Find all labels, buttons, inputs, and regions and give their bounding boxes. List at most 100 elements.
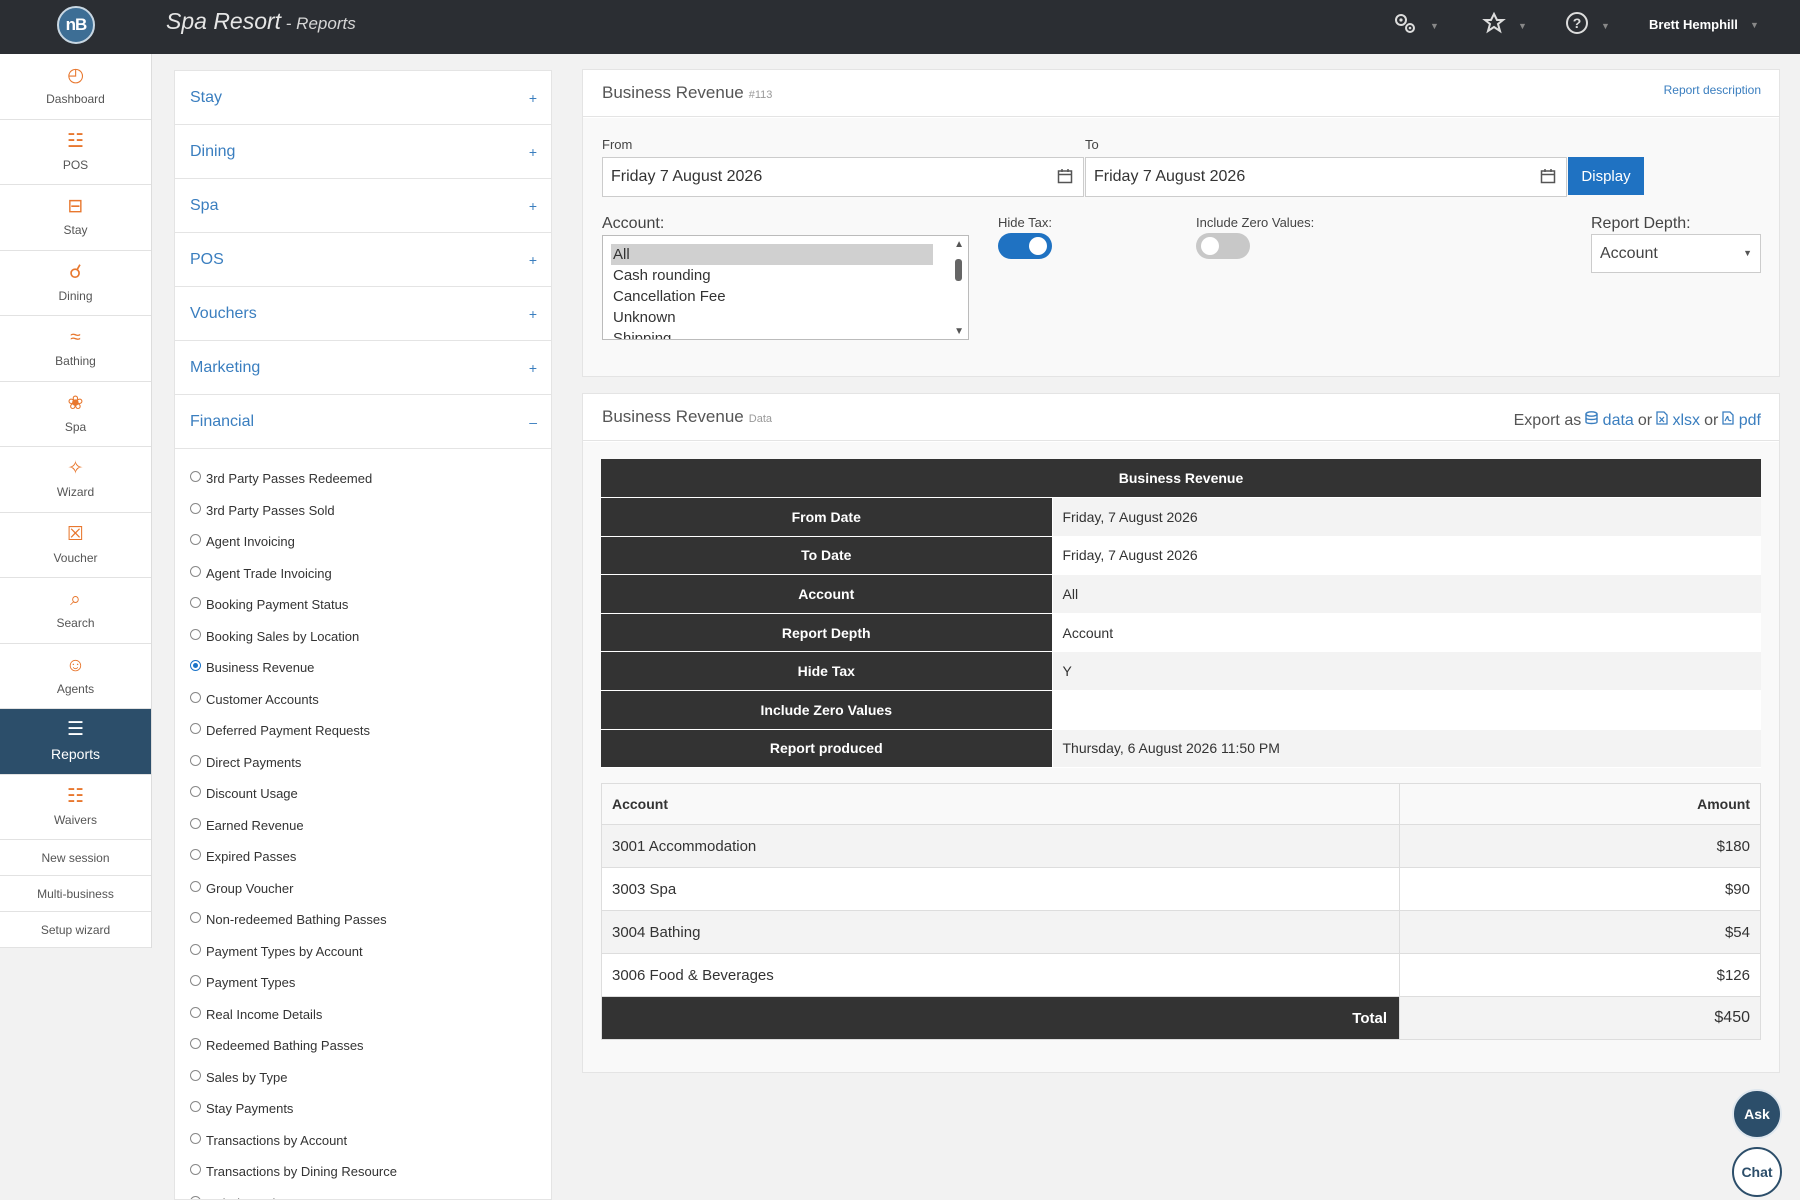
- nav-item-search[interactable]: ⌕ Search: [0, 578, 151, 644]
- calendar-icon[interactable]: [1540, 168, 1556, 187]
- report-option[interactable]: 3rd Party Passes Redeemed: [175, 463, 551, 495]
- chat-button[interactable]: Chat: [1732, 1147, 1782, 1197]
- category-spa[interactable]: Spa +: [175, 179, 551, 233]
- account-option[interactable]: Cancellation Fee: [603, 286, 968, 307]
- report-option[interactable]: Customer Accounts: [175, 684, 551, 716]
- radio-button[interactable]: [190, 502, 201, 514]
- nav-item-spa[interactable]: ❀ Spa: [0, 382, 151, 447]
- radio-button[interactable]: [190, 975, 201, 987]
- radio-button[interactable]: [190, 723, 201, 735]
- chevron-down-icon[interactable]: ▼: [1750, 20, 1759, 30]
- account-listbox[interactable]: All Cash rounding Cancellation Fee Unknown S…: [602, 235, 969, 340]
- report-option[interactable]: Transactions by Account: [175, 1125, 551, 1157]
- radio-button[interactable]: [190, 912, 201, 924]
- nav-item-voucher[interactable]: ☒ Voucher: [0, 513, 151, 578]
- report-option[interactable]: Earned Revenue: [175, 810, 551, 842]
- nav-item-reports[interactable]: ☰ Reports: [0, 709, 151, 775]
- radio-button[interactable]: [190, 817, 201, 829]
- radio-button[interactable]: [190, 597, 201, 609]
- report-option[interactable]: Unbalanced Items: [175, 1188, 551, 1199]
- radio-button[interactable]: [190, 1069, 201, 1081]
- radio-button[interactable]: [190, 1132, 201, 1144]
- report-option[interactable]: Sales by Type: [175, 1062, 551, 1094]
- report-depth-select[interactable]: Account ▼: [1591, 234, 1761, 273]
- category-stay[interactable]: Stay +: [175, 71, 551, 125]
- report-option[interactable]: Discount Usage: [175, 778, 551, 810]
- report-option[interactable]: Direct Payments: [175, 747, 551, 779]
- radio-button[interactable]: [190, 1164, 201, 1176]
- nav-item-pos[interactable]: ☳ POS: [0, 120, 151, 185]
- display-button[interactable]: Display: [1568, 157, 1644, 195]
- report-option[interactable]: Business Revenue: [175, 652, 551, 684]
- nav-item-waivers[interactable]: ☷ Waivers: [0, 775, 151, 840]
- expand-icon[interactable]: +: [529, 360, 537, 376]
- expand-icon[interactable]: +: [529, 144, 537, 160]
- expand-icon[interactable]: +: [529, 90, 537, 106]
- nav-item-wizard[interactable]: ✧ Wizard: [0, 447, 151, 513]
- report-option[interactable]: Agent Trade Invoicing: [175, 558, 551, 590]
- report-option[interactable]: Stay Payments: [175, 1093, 551, 1125]
- category-vouchers[interactable]: Vouchers +: [175, 287, 551, 341]
- hide-tax-toggle[interactable]: [998, 233, 1052, 259]
- radio-button[interactable]: [190, 786, 201, 798]
- collapse-icon[interactable]: –: [529, 414, 537, 430]
- expand-icon[interactable]: +: [529, 306, 537, 322]
- radio-button[interactable]: [190, 1038, 201, 1050]
- radio-button[interactable]: [190, 534, 201, 546]
- radio-button[interactable]: [190, 660, 201, 672]
- nav-item-bathing[interactable]: ≈ Bathing: [0, 316, 151, 382]
- report-option[interactable]: Non-redeemed Bathing Passes: [175, 904, 551, 936]
- report-option[interactable]: Booking Payment Status: [175, 589, 551, 621]
- report-option[interactable]: Agent Invoicing: [175, 526, 551, 558]
- radio-button[interactable]: [190, 628, 201, 640]
- nav-link-new-session[interactable]: New session: [0, 840, 151, 876]
- nav-item-dining[interactable]: ☌ Dining: [0, 251, 151, 316]
- expand-icon[interactable]: +: [529, 198, 537, 214]
- category-financial[interactable]: Financial –: [175, 395, 551, 449]
- radio-button[interactable]: [190, 1006, 201, 1018]
- report-option[interactable]: Payment Types by Account: [175, 936, 551, 968]
- report-option[interactable]: 3rd Party Passes Sold: [175, 495, 551, 527]
- category-marketing[interactable]: Marketing +: [175, 341, 551, 395]
- calendar-icon[interactable]: [1057, 168, 1073, 187]
- radio-button[interactable]: [190, 1101, 201, 1113]
- category-dining[interactable]: Dining +: [175, 125, 551, 179]
- nav-link-multi-business[interactable]: Multi-business: [0, 876, 151, 912]
- report-option[interactable]: Deferred Payment Requests: [175, 715, 551, 747]
- include-zero-toggle[interactable]: [1196, 233, 1250, 259]
- ask-button[interactable]: Ask: [1732, 1089, 1782, 1139]
- report-option[interactable]: Booking Sales by Location: [175, 621, 551, 653]
- to-date-input[interactable]: Friday 7 August 2026: [1085, 157, 1567, 197]
- column-header-account[interactable]: Account: [601, 783, 1400, 825]
- scrollbar[interactable]: ▲ ▼: [950, 236, 968, 339]
- category-pos[interactable]: POS +: [175, 233, 551, 287]
- nav-item-dashboard[interactable]: ◴ Dashboard: [0, 54, 151, 120]
- settings-menu[interactable]: ▼: [1392, 12, 1439, 40]
- export-pdf-link[interactable]: pdf: [1722, 411, 1761, 430]
- account-option[interactable]: All: [611, 244, 933, 265]
- account-option[interactable]: Cash rounding: [603, 265, 968, 286]
- radio-button[interactable]: [190, 849, 201, 861]
- spa-menu[interactable]: ▼: [1482, 11, 1527, 40]
- radio-button[interactable]: [190, 691, 201, 703]
- logo[interactable]: nB: [57, 6, 95, 44]
- account-option[interactable]: Shipping: [603, 328, 968, 339]
- radio-button[interactable]: [190, 565, 201, 577]
- scroll-down-icon[interactable]: ▼: [954, 326, 964, 337]
- nav-item-agents[interactable]: ☺ Agents: [0, 644, 151, 709]
- radio-button[interactable]: [190, 1195, 201, 1199]
- user-menu[interactable]: Brett Hemphill: [1649, 17, 1738, 32]
- column-header-amount[interactable]: Amount: [1399, 783, 1761, 825]
- radio-button[interactable]: [190, 754, 201, 766]
- help-menu[interactable]: ? ▼: [1565, 12, 1610, 40]
- radio-button[interactable]: [190, 943, 201, 955]
- report-option[interactable]: Transactions by Dining Resource: [175, 1156, 551, 1188]
- report-option[interactable]: Expired Passes: [175, 841, 551, 873]
- scroll-thumb[interactable]: [955, 259, 962, 281]
- nav-item-stay[interactable]: ⊟ Stay: [0, 185, 151, 251]
- report-option[interactable]: Real Income Details: [175, 999, 551, 1031]
- export-data-link[interactable]: data: [1585, 411, 1634, 430]
- radio-button[interactable]: [190, 880, 201, 892]
- report-option[interactable]: Redeemed Bathing Passes: [175, 1030, 551, 1062]
- report-option[interactable]: Group Voucher: [175, 873, 551, 905]
